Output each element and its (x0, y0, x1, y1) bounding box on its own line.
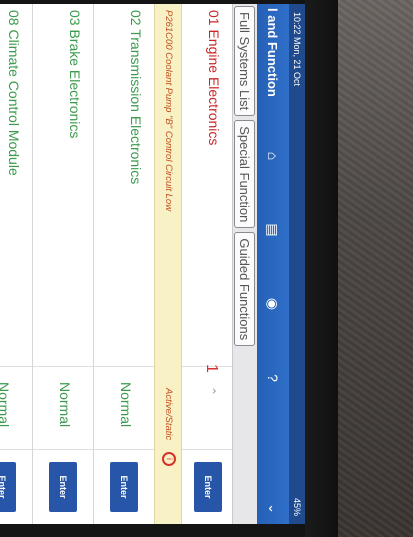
tab-full-systems-list[interactable]: Full Systems List (234, 6, 256, 117)
tab-special-function[interactable]: Special Function (234, 120, 256, 229)
status-time: 10:22 Mon, 21 Oct (292, 12, 302, 87)
dtc-description: P261C00 Coolant Pump "B" Control Circuit… (163, 10, 174, 212)
enter-button[interactable]: Enter (0, 462, 16, 512)
nav-icon-group: ⌂ ▤ ◉ ? (265, 148, 282, 386)
module-row-climate[interactable]: 08 Climate Control Module Normal Enter (0, 4, 32, 524)
enter-button[interactable]: Enter (110, 462, 138, 512)
tab-guided-functions[interactable]: Guided Functions (234, 232, 256, 347)
info-icon[interactable]: i (162, 452, 176, 466)
module-status: Normal (0, 382, 12, 428)
module-name: 08 Climate Control Module (6, 10, 22, 176)
dtc-status: Active/Static (163, 388, 174, 441)
module-status: Normal (57, 382, 73, 428)
fabric-surface (338, 0, 413, 537)
column-divider (182, 449, 232, 450)
enter-button[interactable]: Enter (194, 462, 222, 512)
module-row-brake[interactable]: 03 Brake Electronics Normal Enter (32, 4, 93, 524)
column-divider (0, 366, 32, 367)
status-bar: 10:22 Mon, 21 Oct 45% (289, 4, 305, 524)
enter-button[interactable]: Enter (49, 462, 77, 512)
column-divider (33, 366, 93, 367)
column-divider (94, 449, 154, 450)
document-icon[interactable]: ▤ (265, 222, 282, 238)
fault-count: 1 (203, 364, 220, 373)
battery-indicator: 45% (292, 497, 302, 516)
tab-bar: Full Systems List Special Function Guide… (232, 4, 257, 524)
person-icon[interactable]: ◉ (265, 296, 282, 312)
tablet-screen: 10:22 Mon, 21 Oct 45% l and Function ⌂ ▤… (0, 4, 305, 524)
module-row-engine[interactable]: 01 Engine Electronics 1 ⌃ Enter (181, 4, 232, 524)
dtc-row: P261C00 Coolant Pump "B" Control Circuit… (154, 4, 181, 524)
page-title: l and Function (265, 8, 281, 97)
module-name: 01 Engine Electronics (206, 10, 222, 146)
home-icon[interactable]: ⌂ (265, 148, 281, 164)
chevron-down-icon[interactable]: ⌃ (204, 386, 218, 396)
column-divider (94, 366, 154, 367)
module-status: Normal (118, 382, 134, 428)
chevron-down-icon[interactable]: ⌄ (265, 503, 281, 514)
module-name: 02 Transmission Electronics (128, 10, 144, 185)
help-icon[interactable]: ? (265, 370, 281, 386)
nav-bar: l and Function ⌂ ▤ ◉ ? ⌄ (257, 4, 289, 524)
module-row-transmission[interactable]: 02 Transmission Electronics Normal Enter (93, 4, 154, 524)
module-name: 03 Brake Electronics (67, 10, 83, 139)
column-divider (33, 449, 93, 450)
column-divider (0, 449, 32, 450)
